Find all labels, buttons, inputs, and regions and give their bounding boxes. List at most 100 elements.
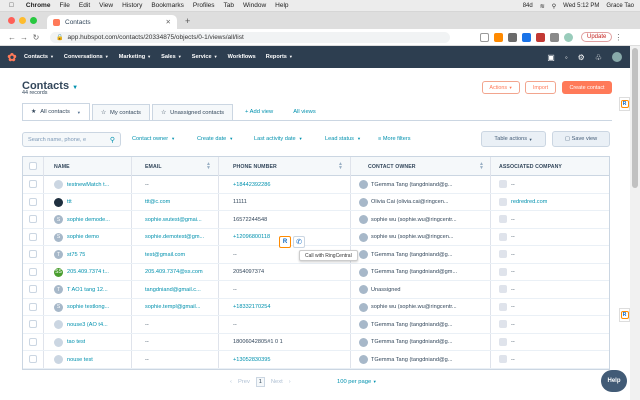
contact-phone[interactable]: +18442392286 bbox=[233, 176, 271, 194]
search-input[interactable]: Search name, phone, e ⚲ bbox=[22, 132, 121, 147]
extension-icon[interactable] bbox=[508, 32, 517, 42]
user-name[interactable]: Grace Tao bbox=[606, 3, 634, 9]
row-checkbox[interactable] bbox=[29, 215, 37, 223]
next-chevron-icon[interactable]: › bbox=[289, 379, 291, 385]
row-checkbox[interactable] bbox=[29, 337, 37, 346]
contact-phone[interactable]: +12096800118 bbox=[233, 229, 270, 247]
menu-tab[interactable]: Tab bbox=[224, 2, 234, 9]
extension-icon[interactable] bbox=[536, 32, 545, 42]
menu-profiles[interactable]: Profiles bbox=[193, 2, 215, 9]
create-contact-button[interactable]: Create contact bbox=[562, 81, 612, 94]
close-tab-icon[interactable]: ✕ bbox=[166, 18, 171, 26]
menu-edit[interactable]: Edit bbox=[79, 2, 90, 9]
menu-history[interactable]: History bbox=[122, 2, 142, 9]
row-checkbox[interactable] bbox=[29, 250, 37, 258]
close-window-icon[interactable] bbox=[8, 17, 15, 24]
row-checkbox[interactable] bbox=[29, 197, 37, 206]
ringcentral-widget-toggle[interactable]: R bbox=[619, 308, 630, 322]
lock-icon[interactable]: 🔒 bbox=[56, 34, 63, 41]
profile-avatar-icon[interactable] bbox=[564, 32, 573, 42]
contact-name-link[interactable]: nouse test bbox=[67, 351, 93, 369]
contact-email[interactable]: sophie.wutest@gmai... bbox=[145, 211, 202, 229]
tab-my-contacts[interactable]: ☆ My contacts bbox=[91, 104, 150, 120]
table-row[interactable]: Ssophie demo sophie.demotest@gm... +120968… bbox=[23, 229, 609, 247]
sort-icon[interactable]: ▲ ▼ bbox=[479, 162, 484, 171]
help-icon[interactable]: ◦ bbox=[565, 53, 568, 62]
contact-phone[interactable]: +18332170254 bbox=[233, 299, 271, 317]
contact-owner-filter[interactable]: Contact owner ▼ bbox=[132, 136, 175, 142]
table-row[interactable]: nouse3 (AO t4... -- -- TGemma Tang (tangdni… bbox=[23, 316, 609, 334]
maximize-window-icon[interactable] bbox=[30, 17, 37, 24]
contact-name-link[interactable]: testnewMatch t... bbox=[67, 176, 109, 194]
contact-name-link[interactable]: sophie testlong... bbox=[67, 299, 109, 317]
row-checkbox[interactable] bbox=[29, 355, 37, 363]
contact-name-link[interactable]: 205.409.7374 t... bbox=[67, 264, 109, 282]
nav-sales[interactable]: Sales ▼ bbox=[161, 54, 182, 60]
page-number-button[interactable]: 1 bbox=[255, 377, 265, 387]
tab-all-contacts[interactable]: ★ All contacts ▼ bbox=[22, 103, 90, 120]
all-views-link[interactable]: All views bbox=[283, 104, 326, 120]
contact-email[interactable]: 205.409.7374@ss.com bbox=[145, 264, 203, 282]
contact-email[interactable]: sophie.templ@gmail... bbox=[145, 299, 200, 317]
menu-view[interactable]: View bbox=[99, 2, 113, 9]
select-all-checkbox[interactable] bbox=[29, 162, 37, 170]
row-checkbox[interactable] bbox=[29, 302, 37, 311]
contact-name-link[interactable]: sophie demode... bbox=[67, 211, 110, 229]
contact-name-link[interactable]: ttt bbox=[67, 194, 72, 212]
extension-icon[interactable] bbox=[522, 32, 531, 42]
table-row[interactable]: Ssophie testlong... sophie.templ@gmail...… bbox=[23, 299, 609, 317]
reload-icon[interactable]: ↻ bbox=[30, 33, 42, 42]
menu-window[interactable]: Window bbox=[243, 2, 266, 9]
search-icon[interactable]: ⚲ bbox=[552, 3, 556, 10]
row-checkbox[interactable] bbox=[29, 320, 37, 328]
lead-status-filter[interactable]: Lead status ▼ bbox=[325, 136, 361, 142]
nav-reports[interactable]: Reports ▼ bbox=[266, 54, 293, 60]
contact-name-link[interactable]: nouse3 (AO t4... bbox=[67, 316, 108, 334]
contact-phone[interactable]: +13052830395 bbox=[233, 351, 271, 369]
contact-email[interactable]: test@gmail.com bbox=[145, 246, 185, 264]
minimize-window-icon[interactable] bbox=[19, 17, 26, 24]
apple-icon[interactable]:  bbox=[9, 2, 14, 9]
header-phone[interactable]: PHONE NUMBER bbox=[233, 157, 277, 176]
nav-service[interactable]: Service ▼ bbox=[192, 54, 218, 60]
row-checkbox[interactable] bbox=[29, 232, 37, 241]
nav-workflows[interactable]: Workflows bbox=[228, 54, 256, 60]
search-icon[interactable]: ⚲ bbox=[110, 136, 115, 144]
contact-email[interactable]: tangdniand@gmail.c... bbox=[145, 281, 201, 299]
header-email[interactable]: EMAIL bbox=[145, 157, 162, 176]
prev-chevron-icon[interactable]: ‹ bbox=[230, 379, 232, 385]
last-activity-filter[interactable]: Last activity date ▼ bbox=[254, 136, 303, 142]
browser-tab[interactable]: Contacts ✕ bbox=[47, 15, 177, 29]
menu-help[interactable]: Help bbox=[275, 2, 288, 9]
account-avatar[interactable] bbox=[612, 52, 622, 62]
contact-name-link[interactable]: sophie demo bbox=[67, 229, 99, 247]
scrollbar-thumb[interactable] bbox=[632, 48, 638, 188]
forward-icon[interactable]: → bbox=[18, 33, 30, 42]
contact-name-link[interactable]: tao test bbox=[67, 334, 85, 352]
app-menu[interactable]: Chrome bbox=[26, 2, 51, 9]
page-scrollbar[interactable] bbox=[630, 46, 640, 400]
nav-conversations[interactable]: Conversations ▼ bbox=[64, 54, 109, 60]
help-button[interactable]: Help bbox=[601, 370, 627, 392]
menu-file[interactable]: File bbox=[59, 2, 69, 9]
bookmark-star-icon[interactable] bbox=[480, 32, 489, 42]
associated-company[interactable]: redredred.com bbox=[511, 194, 547, 212]
extension-icon[interactable] bbox=[494, 32, 503, 42]
table-row[interactable]: ttt ttt@c.com 11111 Olivia Cai (olivia.cai@… bbox=[23, 194, 609, 212]
contact-name-link[interactable]: st75 75 bbox=[67, 246, 85, 264]
header-owner[interactable]: CONTACT OWNER bbox=[368, 157, 416, 176]
table-row[interactable]: Ssophie demode... sophie.wutest@gmai... 16… bbox=[23, 211, 609, 229]
per-page-select[interactable]: 100 per page ▼ bbox=[337, 379, 377, 385]
battery-label[interactable]: 84d bbox=[523, 3, 533, 9]
sort-icon[interactable]: ▲ ▼ bbox=[206, 162, 211, 171]
menu-bookmarks[interactable]: Bookmarks bbox=[151, 2, 184, 9]
add-view-link[interactable]: + Add view bbox=[235, 104, 283, 120]
row-checkbox[interactable] bbox=[29, 180, 37, 188]
contact-email[interactable]: sophie.demotest@gm... bbox=[145, 229, 204, 247]
table-row[interactable]: tao test -- 18006042805#1 0 1 TGemma Tang (… bbox=[23, 334, 609, 352]
new-tab-icon[interactable]: + bbox=[185, 16, 190, 26]
next-page-button[interactable]: Next bbox=[271, 379, 283, 385]
table-row[interactable]: T T AO1 tang 12... tangdniand@gmail.c... --… bbox=[23, 281, 609, 299]
create-date-filter[interactable]: Create date ▼ bbox=[197, 136, 233, 142]
nav-contacts[interactable]: Contacts ▼ bbox=[24, 54, 54, 60]
